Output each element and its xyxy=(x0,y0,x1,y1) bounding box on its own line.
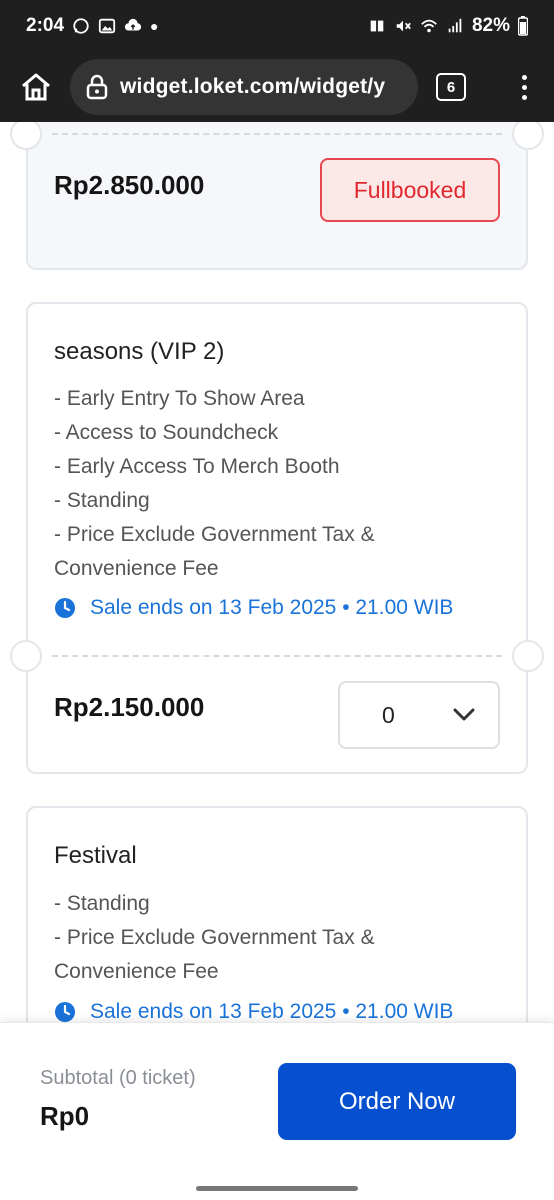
sale-end-info: Sale ends on 13 Feb 2025 • 21.00 WIB xyxy=(54,596,453,620)
home-icon xyxy=(22,73,50,101)
notification-dot-icon: ● xyxy=(150,18,159,34)
gesture-handle[interactable] xyxy=(196,1186,358,1191)
mute-icon xyxy=(396,20,411,32)
subtotal-value: Rp0 xyxy=(40,1101,90,1131)
card-notch xyxy=(10,640,42,672)
ticket-card-fullbooked: Rp2.850.000 Fullbooked xyxy=(10,122,544,270)
clock-icon xyxy=(55,598,75,618)
status-bar: 2:04 ● 82% xyxy=(0,0,554,52)
navigation-bar xyxy=(0,1182,554,1200)
description-line: - Standing xyxy=(54,892,150,915)
sale-end-info: Sale ends on 13 Feb 2025 • 21.00 WIB xyxy=(54,1000,453,1022)
lock-icon xyxy=(86,74,108,100)
description-line: - Access to Soundcheck xyxy=(54,421,279,444)
gallery-icon xyxy=(98,18,116,34)
signal-icon xyxy=(448,18,462,33)
whatsapp-icon xyxy=(73,18,89,34)
description-line: - Early Access To Merch Booth xyxy=(54,455,340,478)
tab-switcher-button[interactable]: 6 xyxy=(436,73,466,101)
description-line: - Price Exclude Government Tax & xyxy=(54,523,375,546)
ticket-name: seasons (VIP 2) xyxy=(54,338,225,365)
card-divider xyxy=(52,655,502,657)
card-notch xyxy=(512,640,544,672)
description-line: - Standing xyxy=(54,489,150,512)
description-line: Convenience Fee xyxy=(54,960,219,983)
more-menu-icon[interactable] xyxy=(514,65,534,109)
fullbooked-badge: Fullbooked xyxy=(320,158,500,222)
wifi-icon xyxy=(421,19,437,33)
battery-percent: 82% xyxy=(471,15,510,36)
order-now-button[interactable]: Order Now xyxy=(278,1063,516,1140)
ticket-card-festival: Festival - Standing - Price Exclude Gove… xyxy=(26,806,528,1022)
address-bar[interactable]: widget.loket.com/widget/y xyxy=(70,59,418,115)
clock-icon xyxy=(55,1002,75,1022)
card-notch xyxy=(512,122,544,150)
description-line: - Early Entry To Show Area xyxy=(54,387,305,410)
ticket-description: - Standing - Price Exclude Government Ta… xyxy=(54,887,500,989)
ticket-list: Rp2.850.000 Fullbooked seasons (VIP 2) -… xyxy=(0,122,554,1022)
card-notch xyxy=(10,122,42,150)
ticket-price: Rp2.850.000 xyxy=(54,170,205,200)
description-line: - Price Exclude Government Tax & xyxy=(54,926,375,949)
ticket-price: Rp2.150.000 xyxy=(54,692,205,722)
cloud-upload-icon xyxy=(124,18,142,31)
sale-end-text: Sale ends on 13 Feb 2025 • 21.00 WIB xyxy=(90,596,454,619)
quantity-select[interactable]: 0 xyxy=(338,681,500,749)
home-button[interactable] xyxy=(14,65,58,109)
chevron-down-icon xyxy=(453,708,475,721)
ticket-card-vip2: seasons (VIP 2) - Early Entry To Show Ar… xyxy=(10,302,544,774)
order-summary-bar: Subtotal (0 ticket) Rp0 Order Now xyxy=(0,1022,554,1182)
status-time: 2:04 xyxy=(26,15,65,36)
url-text: widget.loket.com/widget/y xyxy=(120,75,386,98)
ticket-description: - Early Entry To Show Area - Access to S… xyxy=(54,382,500,586)
card-divider xyxy=(52,133,502,135)
subtotal-label: Subtotal (0 ticket) xyxy=(40,1067,196,1089)
description-line: Convenience Fee xyxy=(54,557,219,580)
battery-icon xyxy=(518,16,528,36)
ticket-name: Festival xyxy=(54,842,137,869)
book-icon xyxy=(370,20,384,32)
browser-toolbar: widget.loket.com/widget/y 6 xyxy=(0,52,554,122)
quantity-value: 0 xyxy=(382,701,395,728)
sale-end-text: Sale ends on 13 Feb 2025 • 21.00 WIB xyxy=(90,1000,454,1022)
